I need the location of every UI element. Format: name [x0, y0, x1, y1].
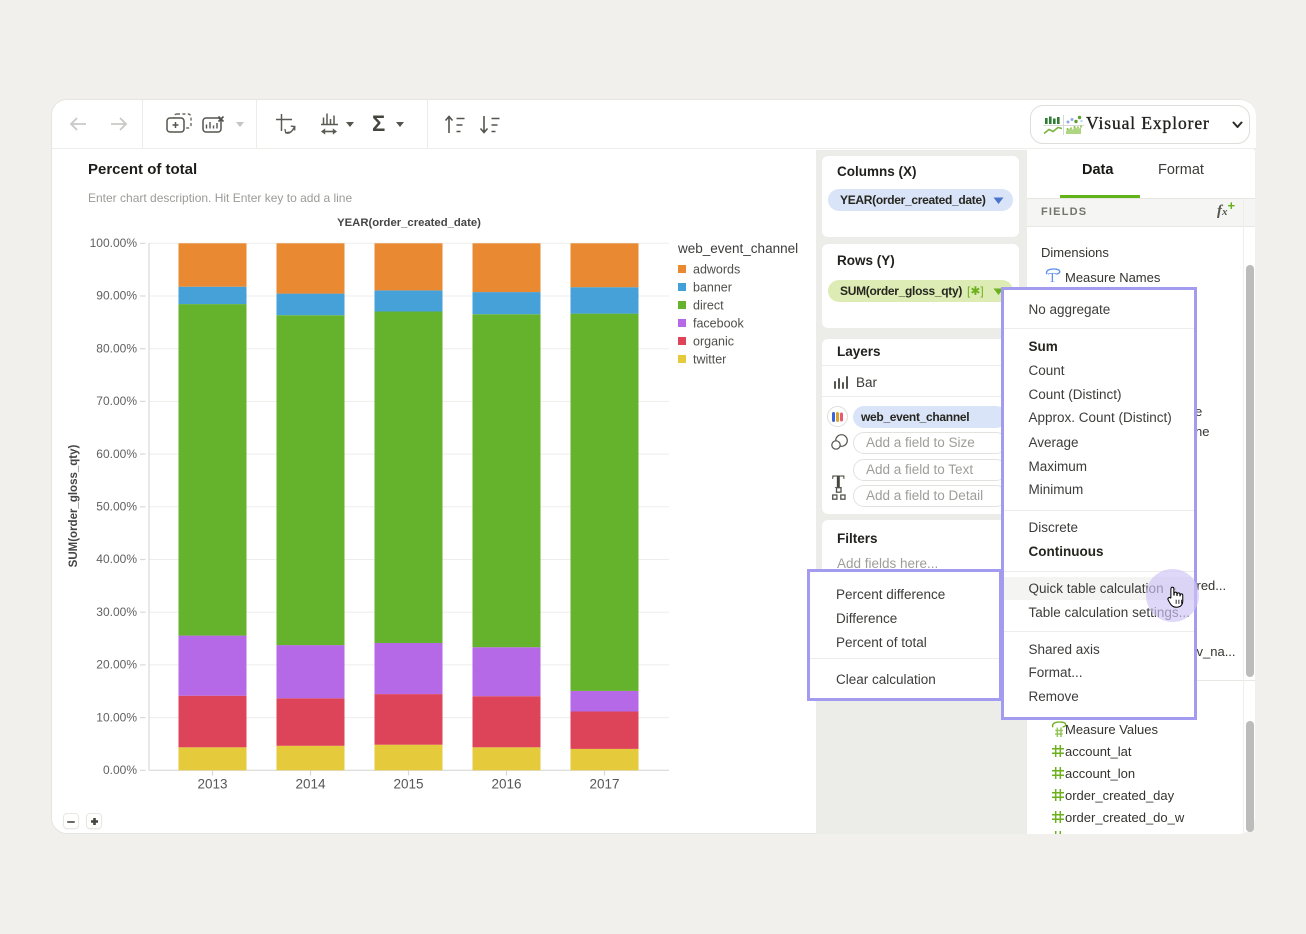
svg-text:0.00%: 0.00% — [103, 763, 137, 777]
svg-text:2015: 2015 — [393, 777, 423, 792]
svg-text:SUM(order_gloss_qty): SUM(order_gloss_qty) — [68, 444, 80, 567]
svg-text:100.00%: 100.00% — [90, 236, 138, 250]
svg-text:90.00%: 90.00% — [96, 289, 137, 303]
svg-text:2017: 2017 — [589, 777, 619, 792]
svg-text:40.00%: 40.00% — [96, 552, 137, 566]
svg-text:direct: direct — [693, 299, 724, 313]
svg-text:organic: organic — [693, 335, 734, 349]
svg-text:YEAR(order_created_date): YEAR(order_created_date) — [337, 217, 481, 229]
svg-text:banner: banner — [693, 281, 732, 295]
svg-text:30.00%: 30.00% — [96, 605, 137, 619]
svg-text:facebook: facebook — [693, 317, 744, 331]
svg-text:80.00%: 80.00% — [96, 341, 137, 355]
svg-text:twitter: twitter — [693, 353, 726, 367]
svg-text:10.00%: 10.00% — [96, 710, 137, 724]
svg-text:50.00%: 50.00% — [96, 500, 137, 514]
svg-text:2016: 2016 — [491, 777, 521, 792]
svg-text:T: T — [1048, 270, 1057, 284]
svg-text:20.00%: 20.00% — [96, 658, 137, 672]
svg-text:web_event_channel: web_event_channel — [677, 241, 798, 256]
svg-text:adwords: adwords — [693, 263, 740, 277]
svg-text:2013: 2013 — [197, 777, 227, 792]
svg-text:60.00%: 60.00% — [96, 447, 137, 461]
svg-text:70.00%: 70.00% — [96, 394, 137, 408]
svg-text:2014: 2014 — [295, 777, 326, 792]
